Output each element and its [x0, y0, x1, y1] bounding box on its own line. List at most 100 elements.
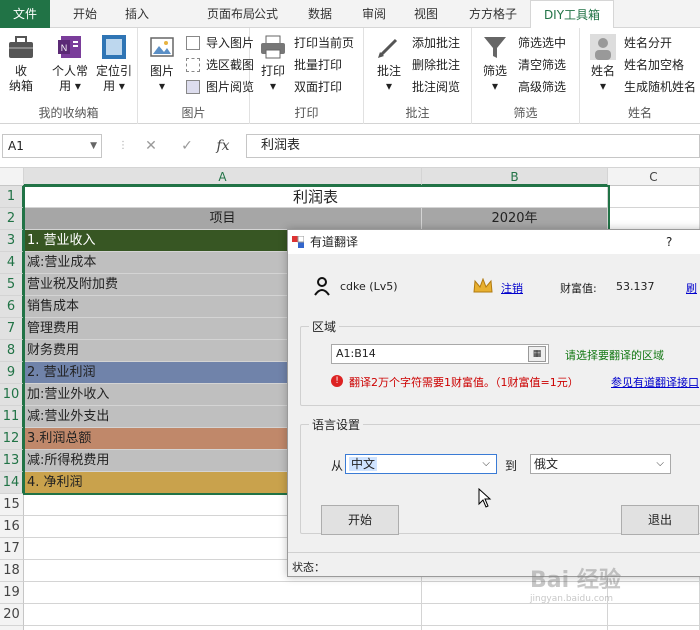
table-cell[interactable] [24, 604, 422, 626]
row-header[interactable]: 10 [0, 384, 24, 406]
name-button[interactable]: 姓名 ▾ [584, 32, 622, 94]
picture-button[interactable]: 图片 ▾ [144, 32, 180, 94]
row-header[interactable]: 12 [0, 428, 24, 450]
exit-button[interactable]: 退出 [621, 505, 699, 535]
import-picture-label: 导入图片 [206, 36, 255, 50]
tab-fangfang[interactable]: 方方格子 [458, 0, 528, 28]
split-name-button[interactable]: 姓名分开 [624, 32, 672, 54]
print-current-page-label: 打印当前页 [294, 36, 355, 50]
logout-link[interactable]: 注销 [501, 280, 523, 296]
add-comment-button[interactable]: 添加批注 [408, 32, 460, 54]
group-my-box: 收 纳箱 N 个人常 用 ▾ 定位引 用 ▾ 我的收纳箱 [0, 28, 138, 124]
formula-input[interactable]: 利润表 [246, 134, 700, 158]
name-box[interactable]: A1 ▼ [2, 134, 102, 158]
row-header[interactable]: 11 [0, 406, 24, 428]
personal-common-button[interactable]: N 个人常 用 ▾ [50, 32, 90, 94]
column-header-b[interactable]: B [422, 168, 608, 186]
start-button[interactable]: 开始 [321, 505, 399, 535]
row-header[interactable]: 14 [0, 472, 24, 494]
source-language-select[interactable]: 中文 ⌵ [345, 454, 497, 474]
row-header[interactable]: 21 [0, 626, 24, 630]
select-all-corner[interactable] [0, 168, 24, 186]
row-header[interactable]: 3 [0, 230, 24, 252]
table-cell[interactable] [608, 208, 700, 230]
refresh-link[interactable]: 刷 [686, 280, 697, 296]
comment-button[interactable]: 批注 ▾ [372, 32, 406, 94]
selection-screenshot-label: 选区截图 [206, 58, 255, 72]
cost-note: 翻译2万个字符需要1财富值。（1财富值=1元） [349, 376, 579, 389]
tab-review[interactable]: 审阅 [354, 0, 394, 28]
row-header[interactable]: 4 [0, 252, 24, 274]
tab-data[interactable]: 数据 [300, 0, 340, 28]
batch-print-button[interactable]: 批量打印 [294, 54, 342, 76]
row-header[interactable]: 7 [0, 318, 24, 340]
row-header[interactable]: 16 [0, 516, 24, 538]
tab-diy-toolbox[interactable]: DIY工具箱 [530, 0, 614, 29]
tab-view[interactable]: 视图 [406, 0, 446, 28]
tab-home[interactable]: 开始 [60, 0, 110, 28]
cancel-icon[interactable]: ✕ [136, 134, 166, 158]
random-name-button[interactable]: 生成随机姓名 [624, 76, 696, 98]
row-header[interactable]: 20 [0, 604, 24, 626]
row-header[interactable]: 2 [0, 208, 24, 230]
print-button[interactable]: 打印 ▾ [256, 32, 290, 94]
clear-filter-button[interactable]: 清空筛选 [518, 54, 566, 76]
range-input[interactable]: A1:B14 ▦ [331, 344, 549, 364]
table-cell[interactable] [24, 582, 422, 604]
table-cell[interactable] [422, 626, 608, 630]
locate-reference-button[interactable]: 定位引 用 ▾ [92, 32, 136, 94]
tab-insert[interactable]: 插入 [112, 0, 162, 28]
table-cell[interactable] [422, 604, 608, 626]
insert-function-icon[interactable]: fx [208, 134, 238, 158]
row-header[interactable]: 5 [0, 274, 24, 296]
range-picker-icon[interactable]: ▦ [528, 346, 546, 362]
import-picture-button[interactable]: 导入图片 [184, 32, 254, 54]
target-language-value: 俄文 [534, 457, 559, 471]
tab-file[interactable]: 文件 [0, 0, 50, 28]
target-language-select[interactable]: 俄文 ⌵ [530, 454, 671, 474]
watermark-url: jingyan.baidu.com [530, 594, 614, 604]
browse-comment-button[interactable]: 批注阅览 [408, 76, 460, 98]
title-cell[interactable]: 利润表 [24, 186, 608, 208]
selection-screenshot-button[interactable]: 选区截图 [184, 54, 254, 76]
header-cell-year[interactable]: 2020年 [422, 208, 608, 230]
row-header[interactable]: 8 [0, 340, 24, 362]
header-cell-item[interactable]: 项目 [24, 208, 422, 230]
enter-icon[interactable]: ✓ [172, 134, 202, 158]
api-link[interactable]: 参见有道翻译接口 [611, 374, 699, 390]
delete-comment-button[interactable]: 删除批注 [408, 54, 460, 76]
row-header[interactable]: 13 [0, 450, 24, 472]
duplex-print-button[interactable]: 双面打印 [294, 76, 342, 98]
table-cell[interactable] [608, 626, 700, 630]
delete-comment-label: 删除批注 [412, 58, 461, 72]
column-header-c[interactable]: C [608, 168, 700, 186]
row-header[interactable]: 15 [0, 494, 24, 516]
table-cell[interactable] [608, 186, 700, 208]
row-header[interactable]: 9 [0, 362, 24, 384]
advanced-filter-button[interactable]: 高级筛选 [518, 76, 566, 98]
app-icon [292, 236, 304, 248]
row-header[interactable]: 17 [0, 538, 24, 560]
storage-box-button[interactable]: 收 纳箱 [4, 32, 38, 94]
row-header[interactable]: 18 [0, 560, 24, 582]
column-header-a[interactable]: A [24, 168, 422, 186]
svg-text:N: N [61, 43, 68, 53]
row-header[interactable]: 19 [0, 582, 24, 604]
filter-selected-button[interactable]: 筛选选中 [518, 32, 566, 54]
table-cell[interactable] [24, 626, 422, 630]
name-add-space-button[interactable]: 姓名加空格 [624, 54, 684, 76]
picture-browse-label: 图片阅览 [206, 80, 255, 94]
row-header[interactable]: 1 [0, 186, 24, 208]
picture-label: 图片 ▾ [149, 64, 174, 93]
picture-icon [150, 37, 174, 57]
help-icon[interactable]: ? [666, 230, 672, 254]
table-cell[interactable] [608, 604, 700, 626]
chevron-down-icon[interactable]: ▼ [90, 135, 97, 157]
screenshot-icon [186, 58, 200, 72]
row-header[interactable]: 6 [0, 296, 24, 318]
tab-formulas[interactable]: 公式 [246, 0, 286, 28]
picture-browse-button[interactable]: 图片阅览 [184, 76, 254, 98]
filter-button[interactable]: 筛选 ▾ [478, 32, 512, 94]
to-label: 到 [505, 459, 518, 473]
print-current-page-button[interactable]: 打印当前页 [294, 32, 354, 54]
